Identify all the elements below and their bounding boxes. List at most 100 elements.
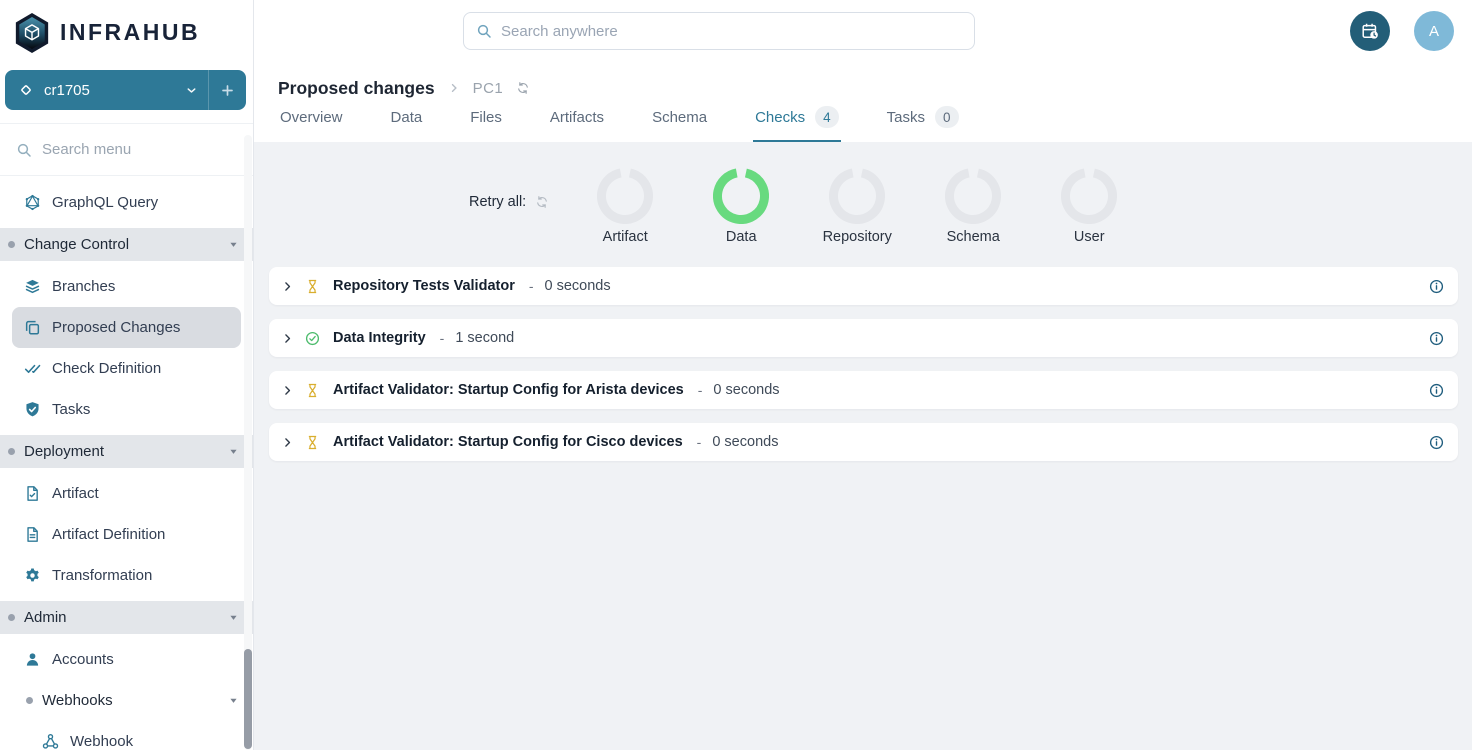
ring-label: Data bbox=[726, 229, 757, 245]
checks-panel: Retry all: Artifact Data Repository Sche… bbox=[254, 142, 1472, 750]
section-label: Webhooks bbox=[42, 692, 113, 709]
schedule-button[interactable] bbox=[1350, 11, 1390, 51]
sidebar-item-proposed-changes[interactable]: Proposed Changes bbox=[12, 307, 241, 348]
tab-label: Artifacts bbox=[550, 109, 604, 126]
sidebar-section-webhooks[interactable]: Webhooks bbox=[0, 680, 253, 721]
info-icon[interactable] bbox=[1429, 435, 1444, 450]
topbar: A bbox=[254, 0, 1472, 62]
search-icon bbox=[476, 23, 492, 39]
branch-selector[interactable]: cr1705 bbox=[5, 70, 246, 110]
tab-count-badge: 0 bbox=[935, 106, 959, 128]
retry-all: Retry all: bbox=[469, 192, 549, 212]
sidebar-search[interactable] bbox=[0, 123, 253, 176]
search-icon bbox=[16, 142, 32, 158]
shield-check-icon bbox=[24, 401, 41, 418]
expand-chevron-right-icon[interactable] bbox=[279, 382, 296, 399]
tab-label: Schema bbox=[652, 109, 707, 126]
progress-ring bbox=[713, 168, 769, 224]
sidebar-section-admin[interactable]: Admin bbox=[0, 601, 253, 634]
duration-separator: - bbox=[698, 382, 703, 398]
checks-list: Repository Tests Validator - 0 seconds D… bbox=[269, 267, 1458, 461]
validator-ring-user[interactable]: User bbox=[1041, 168, 1137, 245]
add-branch-button[interactable] bbox=[209, 70, 246, 110]
sidebar-item-label: Tasks bbox=[52, 401, 90, 418]
caret-down-icon bbox=[228, 446, 239, 457]
global-search[interactable] bbox=[463, 12, 975, 50]
hourglass-icon bbox=[305, 279, 320, 294]
sidebar-item-transformation[interactable]: Transformation bbox=[0, 555, 253, 596]
global-search-input[interactable] bbox=[501, 23, 962, 40]
tab-label: Files bbox=[470, 109, 502, 126]
sidebar-item-label: Webhook bbox=[70, 733, 133, 750]
brand-logo-row[interactable]: INFRAHUB bbox=[0, 0, 253, 56]
artifact-definition-icon bbox=[24, 526, 41, 543]
chevron-right-icon bbox=[448, 82, 460, 94]
retry-all-label: Retry all: bbox=[469, 194, 526, 210]
section-label: Deployment bbox=[24, 443, 104, 460]
tab-bar: Overview Data Files Artifacts Schema Checks4 T… bbox=[278, 97, 1448, 142]
sidebar-item-branches[interactable]: Branches bbox=[0, 266, 253, 307]
sidebar-item-artifact-definition[interactable]: Artifact Definition bbox=[0, 514, 253, 555]
expand-chevron-right-icon[interactable] bbox=[279, 278, 296, 295]
check-row-artifact-validator-startup-config-for-arista-devices: Artifact Validator: Startup Config for A… bbox=[269, 371, 1458, 409]
ring-label: Schema bbox=[947, 229, 1000, 245]
tab-checks[interactable]: Checks4 bbox=[753, 97, 841, 142]
retry-all-refresh-icon[interactable] bbox=[535, 195, 549, 209]
refresh-icon[interactable] bbox=[516, 81, 530, 95]
validator-summary: Artifact Data Repository Schema User bbox=[577, 168, 1137, 245]
gear-icon bbox=[24, 567, 41, 584]
sidebar-item-label: Artifact bbox=[52, 485, 99, 502]
progress-ring bbox=[1061, 168, 1117, 224]
branch-name: cr1705 bbox=[44, 82, 185, 99]
sidebar-item-graphql-query[interactable]: GraphQL Query bbox=[0, 182, 253, 223]
validator-ring-schema[interactable]: Schema bbox=[925, 168, 1021, 245]
expand-chevron-right-icon[interactable] bbox=[279, 434, 296, 451]
tab-label: Checks bbox=[755, 109, 805, 126]
tab-schema[interactable]: Schema bbox=[650, 97, 709, 142]
breadcrumb-section[interactable]: Proposed changes bbox=[278, 78, 435, 99]
tab-tasks[interactable]: Tasks0 bbox=[885, 97, 961, 142]
sidebar-search-input[interactable] bbox=[42, 141, 202, 158]
validator-ring-repository[interactable]: Repository bbox=[809, 168, 905, 245]
user-avatar[interactable]: A bbox=[1414, 11, 1454, 51]
section-label: Change Control bbox=[24, 236, 129, 253]
app-root: INFRAHUB cr1705 GraphQL Query Change Con… bbox=[0, 0, 1472, 750]
info-icon[interactable] bbox=[1429, 383, 1444, 398]
sidebar-item-tasks[interactable]: Tasks bbox=[0, 389, 253, 430]
sidebar-item-label: Check Definition bbox=[52, 360, 161, 377]
section-label: Admin bbox=[24, 609, 67, 626]
sidebar-item-check-definition[interactable]: Check Definition bbox=[0, 348, 253, 389]
tab-artifacts[interactable]: Artifacts bbox=[548, 97, 606, 142]
breadcrumb-current: PC1 bbox=[473, 80, 504, 97]
sidebar-item-label: Artifact Definition bbox=[52, 526, 165, 543]
branches-icon bbox=[24, 278, 41, 295]
sidebar-item-webhook[interactable]: Webhook bbox=[0, 721, 253, 750]
progress-ring bbox=[945, 168, 1001, 224]
ring-label: Artifact bbox=[603, 229, 648, 245]
ring-label: Repository bbox=[823, 229, 892, 245]
sidebar-item-label: Branches bbox=[52, 278, 115, 295]
sidebar-section-deployment[interactable]: Deployment bbox=[0, 435, 253, 468]
tab-overview[interactable]: Overview bbox=[278, 97, 345, 142]
graphql-icon bbox=[24, 194, 41, 211]
tab-data[interactable]: Data bbox=[389, 97, 425, 142]
check-definition-icon bbox=[24, 360, 41, 377]
caret-down-icon bbox=[228, 239, 239, 250]
validator-ring-artifact[interactable]: Artifact bbox=[577, 168, 673, 245]
caret-down-icon bbox=[228, 612, 239, 623]
info-icon[interactable] bbox=[1429, 279, 1444, 294]
sidebar-item-accounts[interactable]: Accounts bbox=[0, 639, 253, 680]
artifact-file-icon bbox=[24, 485, 41, 502]
validator-ring-data[interactable]: Data bbox=[693, 168, 789, 245]
tab-files[interactable]: Files bbox=[468, 97, 504, 142]
sidebar-item-label: Transformation bbox=[52, 567, 152, 584]
tab-label: Overview bbox=[280, 109, 343, 126]
sidebar-item-artifact[interactable]: Artifact bbox=[0, 473, 253, 514]
sidebar-scrollbar-thumb[interactable] bbox=[244, 649, 252, 749]
sidebar-menu: GraphQL Query Change Control Branches Pr… bbox=[0, 176, 253, 750]
expand-chevron-right-icon[interactable] bbox=[279, 330, 296, 347]
sidebar-section-change-control[interactable]: Change Control bbox=[0, 228, 253, 261]
ring-label: User bbox=[1074, 229, 1105, 245]
retry-row: Retry all: Artifact Data Repository Sche… bbox=[269, 168, 1458, 245]
info-icon[interactable] bbox=[1429, 331, 1444, 346]
